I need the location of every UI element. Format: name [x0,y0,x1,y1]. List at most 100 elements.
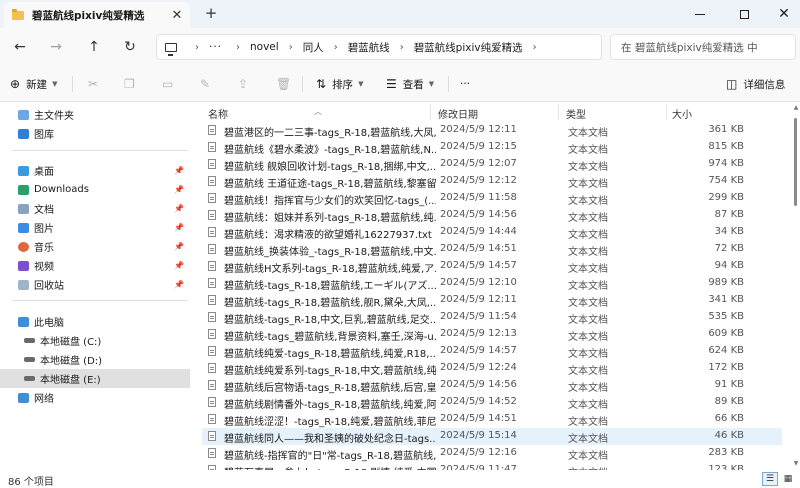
file-type: 文本文档 [568,162,608,173]
up-button[interactable]: ↑ [82,36,106,58]
pin-icon[interactable]: 📌 [174,185,184,194]
column-header-size[interactable]: 大小 [672,106,692,121]
sidebar-item-drive-d[interactable]: 本地磁盘 (D:) [0,350,190,369]
more-options-button[interactable]: ··· [460,75,470,93]
minimize-button[interactable] [680,0,720,28]
file-row[interactable]: 碧蓝航线剧情番外-tags_R-18,碧蓝航线,纯爱,阿... 2024/5/9 … [202,394,782,411]
tiles-view-button[interactable]: ▦ [780,472,796,486]
file-name: 碧蓝航线_换装体验_-tags_R-18,碧蓝航线,中文... [224,247,436,258]
sort-button[interactable]: ⇅ 排序 ▼ [316,75,363,93]
file-modified-date: 2024/5/9 11:58 [440,192,517,203]
file-row[interactable]: 碧蓝港区的一二三事-tags_R-18,碧蓝航线,大凤,... 2024/5/9 … [202,122,782,139]
scroll-up-arrow[interactable]: ▲ [792,104,800,111]
scroll-down-arrow[interactable]: ▼ [792,460,800,467]
sidebar-item-documents[interactable]: 文档 📌 [0,199,190,218]
file-row[interactable]: 碧蓝航线：渴求精液的欲望婚礼16227937.txt 2024/5/9 14:44… [202,224,782,241]
rename-button[interactable]: ✎ [200,75,216,93]
sidebar-item-gallery[interactable]: 图库 [0,124,190,143]
file-row[interactable]: 碧蓝航线同人——我和圣姨的破处纪念日-tags... 2024/5/9 15:14… [202,428,782,445]
scrollbar-thumb[interactable] [794,118,797,206]
file-row[interactable]: 碧蓝航线纯爱-tags_R-18,碧蓝航线,纯爱,R18,... 2024/5/9… [202,343,782,360]
tab-title: 碧蓝航线pixiv纯爱精选 [32,9,145,22]
new-button[interactable]: ⊕ 新建 ▼ [10,75,57,93]
column-header-type[interactable]: 类型 [566,106,586,121]
sidebar-item-network[interactable]: 网络 [0,388,190,407]
close-window-button[interactable]: ✕ [764,0,800,28]
pin-icon[interactable]: 📌 [174,204,184,213]
file-row[interactable]: 碧蓝航线《碧水柔波》-tags_R-18,碧蓝航线,N... 2024/5/9 1… [202,139,782,156]
file-size: 94 KB [714,260,744,271]
column-resize-handle[interactable] [430,104,431,120]
vertical-scrollbar[interactable]: ▲ ▼ [792,102,800,470]
copy-button[interactable]: ❐ [124,75,141,93]
file-row[interactable]: 碧蓝航线！指挥官与少女们的欢笑回忆-tags_(... 2024/5/9 11:5… [202,190,782,207]
file-modified-date: 2024/5/9 12:07 [440,158,517,169]
file-size: 46 KB [714,430,744,441]
sidebar-item-this-pc[interactable]: 此电脑 [0,312,190,331]
pin-icon[interactable]: 📌 [174,166,184,175]
file-row[interactable]: 碧蓝航线-tags_R-18,碧蓝航线,舰R,黛朵,大凤,... 2024/5/9… [202,292,782,309]
sidebar-item-drive-c[interactable]: 本地磁盘 (C:) [0,331,190,350]
delete-button[interactable]: 🗑 [276,75,297,93]
plus-icon: ⊕ [10,77,21,91]
breadcrumb-fanfic[interactable]: 同人 [303,40,324,55]
text-file-icon [208,125,216,135]
refresh-button[interactable]: ↻ [118,36,142,58]
breadcrumb-azur-lane[interactable]: 碧蓝航线 [348,40,390,55]
pin-icon[interactable]: 📌 [174,223,184,232]
paste-button[interactable]: ▭ [162,75,179,93]
column-header-name[interactable]: 名称 [208,106,228,121]
details-view-button[interactable]: ☰ [762,472,778,486]
sidebar-item-desktop[interactable]: 桌面 📌 [0,161,190,180]
pin-icon[interactable]: 📌 [174,261,184,270]
search-input[interactable]: 在 碧蓝航线pixiv纯爱精选 中 [610,34,796,60]
file-row[interactable]: 碧蓝航线H文系列-tags_R-18,碧蓝航线,纯爱,ア... 2024/5/9 … [202,258,782,275]
forward-button[interactable]: → [44,36,68,58]
file-name: 碧蓝航线-tags_R-18,碧蓝航线,エーギル(アズ... [224,281,436,292]
column-resize-handle[interactable] [558,104,559,120]
tab-close-button[interactable]: ✕ [168,8,186,23]
file-row[interactable]: 碧蓝万事屋，参上！-tags_R-18,剧情,纯爱,中国...2024/5/9 … [202,462,782,470]
pin-icon[interactable]: 📌 [174,242,184,251]
breadcrumb-separator: › [288,41,293,53]
sidebar-item-videos[interactable]: 视频 📌 [0,256,190,275]
breadcrumb-overflow-button[interactable]: ··· [209,41,222,53]
new-tab-button[interactable]: + [202,4,220,22]
pin-icon[interactable]: 📌 [174,280,184,289]
tab-current-folder[interactable]: 碧蓝航线pixiv纯爱精选 ✕ [4,2,190,28]
view-button[interactable]: ☰ 查看 ▼ [386,75,434,93]
breadcrumb-current[interactable]: 碧蓝航线pixiv纯爱精选 [414,40,523,55]
file-modified-date: 2024/5/9 12:13 [440,328,517,339]
column-resize-handle[interactable] [666,104,667,120]
share-icon: ⇪ [238,77,249,91]
cut-button[interactable]: ✂ [88,75,104,93]
column-header-modified[interactable]: 修改日期 [438,106,478,121]
file-row[interactable]: 碧蓝航线 王道征途-tags_R-18,碧蓝航线,黎塞留... 2024/5/9 … [202,173,782,190]
file-type: 文本文档 [568,383,608,394]
file-row[interactable]: 碧蓝航线后宫物语-tags_R-18,碧蓝航线,后宫,皇... 2024/5/9 … [202,377,782,394]
back-button[interactable]: ← [8,36,32,58]
file-row[interactable]: 碧蓝航线-tags_R-18,中文,巨乳,碧蓝航线,足交... 2024/5/9 … [202,309,782,326]
file-row[interactable]: 碧蓝航线_换装体验_-tags_R-18,碧蓝航线,中文... 2024/5/9 … [202,241,782,258]
sidebar-item-recycle-bin[interactable]: 回收站 📌 [0,275,190,294]
file-size: 974 KB [708,158,744,169]
sidebar-item-downloads[interactable]: Downloads 📌 [0,180,190,199]
breadcrumb-novel[interactable]: novel [250,41,279,53]
file-row[interactable]: 碧蓝航线：姐妹并系列-tags_R-18,碧蓝航线,纯... 2024/5/9 1… [202,207,782,224]
details-pane-button[interactable]: ◫ 详细信息 [726,75,785,93]
sidebar-item-music[interactable]: 音乐 📌 [0,237,190,256]
file-row[interactable]: 碧蓝航线-指挥官的"日"常-tags_R-18,碧蓝航线,... 2024/5/9… [202,445,782,462]
address-bar[interactable]: › ··· › novel › 同人 › 碧蓝航线 › 碧蓝航线pixiv纯爱精… [156,34,602,60]
sidebar-item-home[interactable]: 主文件夹 [0,105,190,124]
sidebar-item-pictures[interactable]: 图片 📌 [0,218,190,237]
file-row[interactable]: 碧蓝航线-tags_R-18,碧蓝航线,エーギル(アズ... 2024/5/9 1… [202,275,782,292]
file-name: 碧蓝航线纯爱-tags_R-18,碧蓝航线,纯爱,R18,... [224,349,436,360]
file-row[interactable]: 碧蓝航线纯爱系列-tags_R-18,中文,碧蓝航线,纯... 2024/5/9 … [202,360,782,377]
maximize-button[interactable] [724,0,764,28]
file-name: 碧蓝航线 王道征途-tags_R-18,碧蓝航线,黎塞留... [224,179,436,190]
file-row[interactable]: 碧蓝航线 舰娘回收计划-tags_R-18,捆绑,中文,... 2024/5/9 … [202,156,782,173]
file-row[interactable]: 碧蓝航线-tags_碧蓝航线,背景资料,塞壬,深海-u... 2024/5/9 1… [202,326,782,343]
sidebar-item-drive-e[interactable]: 本地磁盘 (E:) [0,369,190,388]
file-row[interactable]: 碧蓝航线涩涩！-tags_R-18,纯爱,碧蓝航线,菲尼... 2024/5/9 … [202,411,782,428]
share-button[interactable]: ⇪ [238,75,254,93]
